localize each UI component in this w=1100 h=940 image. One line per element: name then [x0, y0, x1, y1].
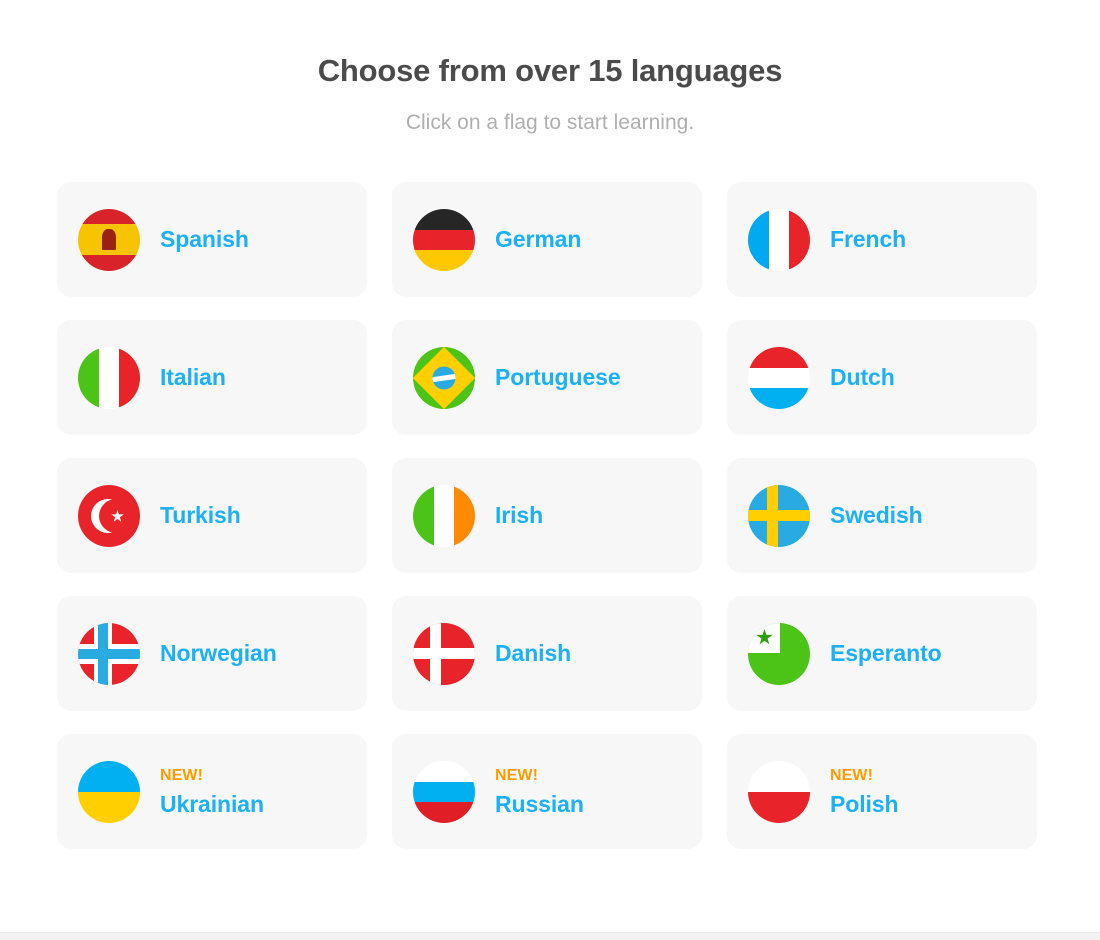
language-tile-esperanto[interactable]: Esperanto [727, 596, 1037, 712]
language-tile-french[interactable]: French [727, 182, 1037, 298]
language-text: French [830, 228, 906, 251]
language-label: Italian [160, 364, 226, 391]
language-tile-russian[interactable]: NEW! Russian [392, 734, 702, 850]
language-tile-polish[interactable]: NEW! Polish [727, 734, 1037, 850]
language-label: Portuguese [495, 364, 621, 391]
flag-wrapper [78, 760, 140, 823]
language-text: NEW! Ukrainian [160, 766, 264, 817]
flag-wrapper [748, 622, 810, 685]
flag-denmark-icon [413, 622, 475, 685]
language-text: Norwegian [160, 642, 277, 665]
language-label: German [495, 226, 582, 253]
language-text: Portuguese [495, 366, 621, 389]
flag-wrapper [78, 484, 140, 547]
flag-wrapper [78, 208, 140, 271]
page-header: Choose from over 15 languages Click on a… [0, 0, 1100, 135]
flag-russia-icon [413, 760, 475, 823]
flag-france-icon [748, 208, 810, 271]
language-tile-italian[interactable]: Italian [57, 320, 367, 436]
language-tile-german[interactable]: German [392, 182, 702, 298]
flag-brazil-icon [413, 346, 475, 409]
flag-spain-icon [78, 208, 140, 271]
flag-wrapper [413, 346, 475, 409]
flag-ukraine-icon [78, 760, 140, 823]
language-text: Spanish [160, 228, 249, 251]
flag-poland-icon [748, 760, 810, 823]
language-tile-spanish[interactable]: Spanish [57, 182, 367, 298]
language-label: Irish [495, 502, 544, 529]
page-title: Choose from over 15 languages [317, 53, 783, 88]
language-label: Danish [495, 640, 572, 667]
flag-wrapper [78, 622, 140, 685]
flag-wrapper [413, 760, 475, 823]
language-tile-irish[interactable]: Irish [392, 458, 702, 574]
language-label: French [830, 226, 907, 253]
language-label: Turkish [160, 502, 241, 529]
language-text: Irish [495, 504, 543, 527]
flag-sweden-icon [748, 484, 810, 547]
language-text: Swedish [830, 504, 923, 527]
flag-turkey-icon [78, 484, 140, 547]
bottom-divider [0, 932, 1100, 940]
language-tile-portuguese[interactable]: Portuguese [392, 320, 702, 436]
language-tile-dutch[interactable]: Dutch [727, 320, 1037, 436]
new-badge: NEW! [495, 766, 539, 784]
language-label: Swedish [830, 502, 923, 529]
language-text: Italian [160, 366, 226, 389]
flag-italy-icon [78, 346, 140, 409]
new-badge: NEW! [160, 766, 204, 784]
flag-netherlands-icon [748, 346, 810, 409]
flag-esperanto-icon [748, 622, 810, 685]
language-picker-page: Choose from over 15 languages Click on a… [0, 0, 1100, 940]
language-label: Russian [495, 790, 584, 817]
flag-wrapper [413, 208, 475, 271]
language-label: Spanish [160, 226, 249, 253]
language-label: Esperanto [830, 640, 942, 667]
new-badge: NEW! [830, 766, 874, 784]
flag-wrapper [748, 208, 810, 271]
language-grid: Spanish German French Italian Portuguese… [57, 135, 1043, 850]
flag-wrapper [413, 622, 475, 685]
language-text: Dutch [830, 366, 895, 389]
language-label: Norwegian [160, 640, 277, 667]
language-text: German [495, 228, 581, 251]
language-tile-ukrainian[interactable]: NEW! Ukrainian [57, 734, 367, 850]
flag-wrapper [78, 346, 140, 409]
language-text: NEW! Russian [495, 766, 584, 817]
language-tile-norwegian[interactable]: Norwegian [57, 596, 367, 712]
flag-wrapper [748, 346, 810, 409]
language-text: Danish [495, 642, 571, 665]
language-text: NEW! Polish [830, 766, 899, 817]
flag-wrapper [748, 760, 810, 823]
flag-wrapper [748, 484, 810, 547]
flag-ireland-icon [413, 484, 475, 547]
flag-norway-icon [78, 622, 140, 685]
language-tile-swedish[interactable]: Swedish [727, 458, 1037, 574]
language-label: Ukrainian [160, 790, 264, 817]
language-tile-danish[interactable]: Danish [392, 596, 702, 712]
flag-germany-icon [413, 208, 475, 271]
language-text: Esperanto [830, 642, 942, 665]
language-text: Turkish [160, 504, 241, 527]
page-subtitle: Click on a flag to start learning. [405, 111, 695, 135]
flag-wrapper [413, 484, 475, 547]
language-tile-turkish[interactable]: Turkish [57, 458, 367, 574]
language-label: Dutch [830, 364, 895, 391]
language-label: Polish [830, 790, 899, 817]
